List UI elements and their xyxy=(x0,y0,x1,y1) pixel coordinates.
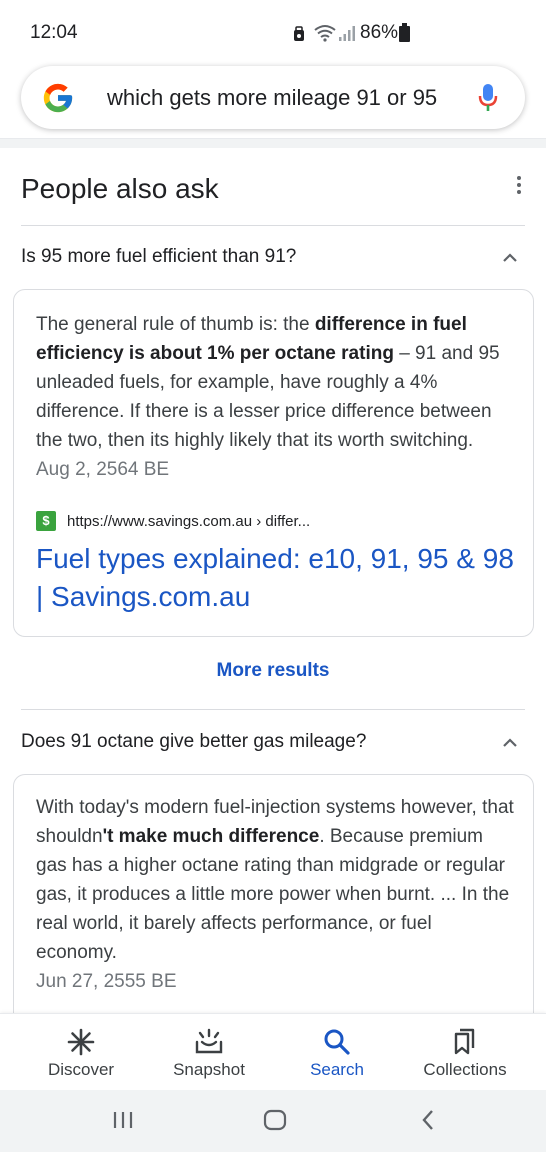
nav-discover[interactable]: Discover xyxy=(17,1014,145,1091)
nav-label: Search xyxy=(310,1060,364,1079)
divider xyxy=(21,709,525,710)
result-title-link[interactable]: Fuel types explained: e10, 91, 95 & 98 |… xyxy=(36,540,516,616)
back-icon[interactable] xyxy=(420,1109,436,1131)
home-icon[interactable] xyxy=(263,1109,287,1131)
divider xyxy=(21,225,525,226)
section-divider xyxy=(0,138,546,148)
answer-card-2: With today's modern fuel-injection syste… xyxy=(13,774,534,1054)
chevron-up-icon[interactable] xyxy=(502,253,518,263)
search-bar[interactable]: which gets more mileage 91 or 95 xyxy=(21,66,525,129)
answer-card-1: The general rule of thumb is: the differ… xyxy=(13,289,534,637)
status-bar: 12:04 86% xyxy=(0,0,546,62)
search-icon xyxy=(324,1029,350,1055)
recent-apps-icon[interactable] xyxy=(112,1110,134,1130)
nav-snapshot[interactable]: Snapshot xyxy=(145,1014,273,1091)
source-row[interactable]: $ https://www.savings.com.au › differ... xyxy=(36,511,310,531)
bottom-navigation: Discover Snapshot Search Collections xyxy=(0,1013,546,1090)
source-url[interactable]: https://www.savings.com.au › differ... xyxy=(67,513,310,530)
nav-label: Discover xyxy=(47,1060,115,1079)
wifi-icon xyxy=(314,25,336,42)
nav-label: Collections xyxy=(423,1060,507,1079)
search-input[interactable]: which gets more mileage 91 or 95 xyxy=(107,85,447,111)
notification-icon xyxy=(294,26,304,41)
nav-search[interactable]: Search xyxy=(273,1014,401,1091)
asterisk-icon xyxy=(67,1028,95,1056)
answer-text-1: The general rule of thumb is: the differ… xyxy=(36,314,500,480)
nav-collections[interactable]: Collections xyxy=(401,1014,529,1091)
collections-icon xyxy=(454,1028,475,1055)
microphone-icon[interactable] xyxy=(478,83,498,113)
question-1[interactable]: Is 95 more fuel efficient than 91? xyxy=(21,246,296,268)
google-logo-icon xyxy=(43,83,73,113)
signal-icon xyxy=(339,26,355,41)
answer-date: Jun 27, 2555 BE xyxy=(36,971,177,992)
answer-date: Aug 2, 2564 BE xyxy=(36,459,170,480)
chevron-up-icon[interactable] xyxy=(502,738,518,748)
battery-icon xyxy=(399,23,410,42)
answer-text-2: With today's modern fuel-injection syste… xyxy=(36,797,514,992)
more-results-link[interactable]: More results xyxy=(0,660,546,682)
status-time: 12:04 xyxy=(30,22,78,43)
nav-label: Snapshot xyxy=(173,1060,245,1079)
question-2[interactable]: Does 91 octane give better gas mileage? xyxy=(21,731,366,753)
more-options-icon[interactable] xyxy=(516,176,522,196)
battery-level: 86% xyxy=(360,22,399,43)
section-title: People also ask xyxy=(21,173,219,204)
snapshot-icon xyxy=(195,1028,223,1054)
savings-favicon-icon: $ xyxy=(36,511,56,531)
system-navigation-bar xyxy=(0,1090,546,1152)
